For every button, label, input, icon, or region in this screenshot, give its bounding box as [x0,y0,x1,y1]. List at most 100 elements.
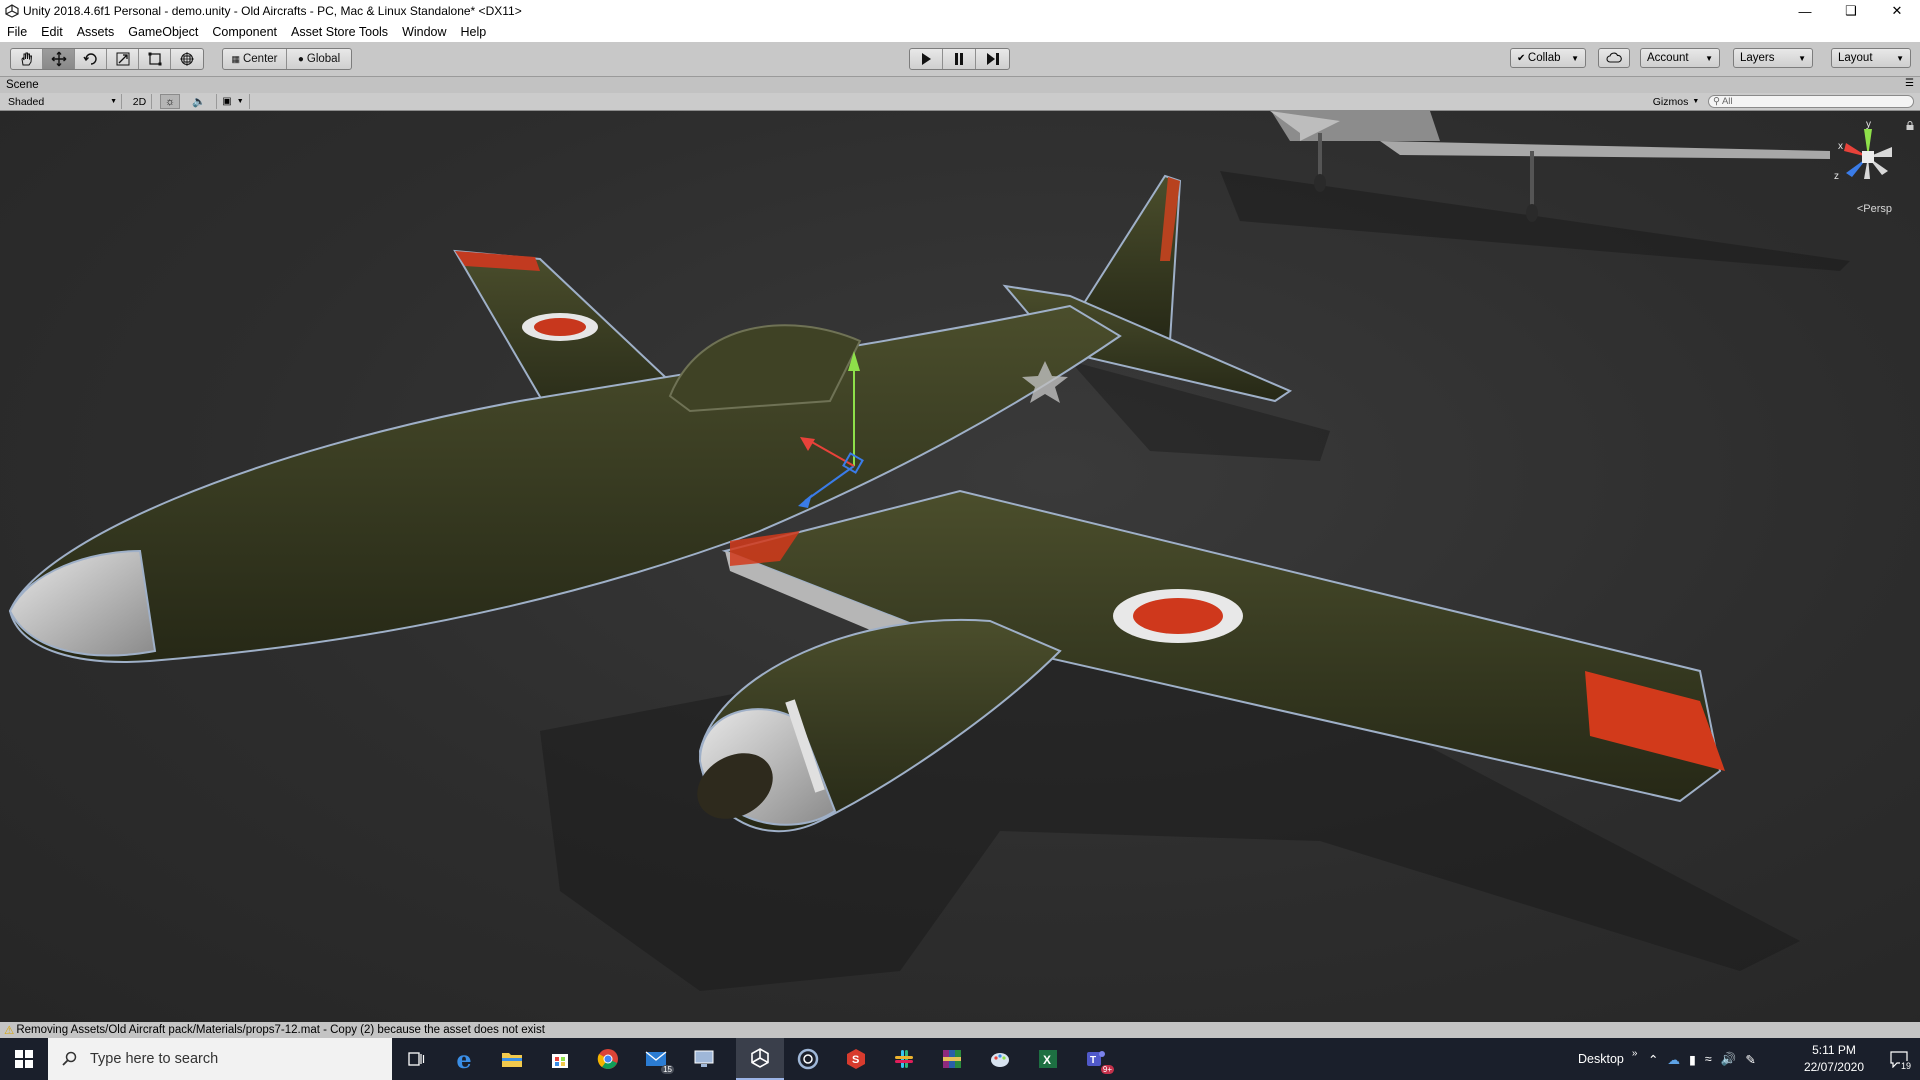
effects-dropdown[interactable]: ▣ ▼ [216,94,250,109]
account-dropdown[interactable]: Account ▼ [1640,48,1720,68]
menu-asset-store-tools[interactable]: Asset Store Tools [284,25,395,39]
double-chevron-icon: » [1631,1047,1638,1059]
title-bar: Unity 2018.4.6f1 Personal - demo.unity -… [0,0,1920,22]
task-view-icon[interactable] [392,1038,440,1080]
chevron-down-icon: ▼ [1692,98,1700,105]
rotate-tool-icon[interactable] [75,49,107,69]
transform-tool-icon[interactable] [171,49,203,69]
svg-text:X: X [1043,1053,1051,1067]
system-tray: ⌃ ☁ ▮ ≈ 🔊 ✎ [1648,1038,1756,1080]
notification-icon[interactable]: 19 [1886,1047,1912,1071]
menu-assets[interactable]: Assets [70,25,122,39]
chrome-icon[interactable] [584,1038,632,1080]
mail-icon[interactable]: 15 [632,1038,680,1080]
tab-menu-icon[interactable]: ☰ [1905,78,1914,89]
play-icon[interactable] [910,49,943,69]
tab-scene[interactable]: Scene [0,79,39,91]
sun-icon: ☼ [164,95,176,108]
pivot-icon: ▦ [231,53,240,64]
layout-dropdown[interactable]: Layout ▼ [1831,48,1911,68]
menu-help[interactable]: Help [454,25,494,39]
gizmos-dropdown[interactable]: Gizmos ▼ [1650,94,1702,109]
winrar-icon[interactable] [928,1038,976,1080]
layers-dropdown[interactable]: Layers ▼ [1733,48,1813,68]
red-app-icon[interactable]: S [832,1038,880,1080]
chevron-up-icon[interactable]: ⌃ [1648,1052,1658,1067]
slack-icon[interactable] [880,1038,928,1080]
layers-label: Layers [1740,52,1775,64]
restore-icon[interactable]: ❑ [1828,0,1874,22]
transform-tools [10,48,204,70]
scene-search-input[interactable]: ⚲ All [1708,95,1914,108]
cloud-sync-icon[interactable]: ☁ [1667,1052,1680,1067]
scale-tool-icon[interactable] [107,49,139,69]
projection-label[interactable]: <Persp [1857,203,1892,215]
jet-aircraft [8,174,1725,833]
menu-window[interactable]: Window [395,25,453,39]
taskbar-search-box[interactable]: Type here to search [48,1038,392,1080]
pause-icon[interactable] [943,49,976,69]
audio-toggle[interactable]: 🔈 [188,94,210,109]
lock-icon[interactable] [1906,121,1914,130]
2d-mode-label: 2D [132,95,147,108]
menu-bar: File Edit Assets GameObject Component As… [0,22,1920,42]
menu-gameobject[interactable]: GameObject [121,25,205,39]
step-icon[interactable] [976,49,1009,69]
collab-dropdown[interactable]: ✔ Collab ▼ [1510,48,1586,68]
chevron-down-icon: ▼ [236,98,244,105]
paint-icon[interactable] [976,1038,1024,1080]
space-global-label: Global [306,53,341,65]
taskbar-clock[interactable]: 5:11 PM 22/07/2020 [1804,1042,1864,1076]
file-explorer-icon[interactable] [488,1038,536,1080]
mail-badge: 15 [661,1065,674,1074]
pivot-center-label: Center [242,53,278,65]
teams-badge: 9+ [1100,1065,1114,1074]
globe-icon: ● [297,53,304,65]
lighting-toggle[interactable]: ☼ [160,94,180,109]
shading-mode-label: Shaded [8,95,45,108]
wifi-icon[interactable]: ≈ [1705,1052,1712,1066]
battery-icon[interactable]: ▮ [1689,1052,1696,1067]
pen-icon[interactable]: ✎ [1745,1052,1755,1067]
pivot-toggles: ▦ Center ● Global [222,48,352,70]
layout-label: Layout [1838,52,1873,64]
windows-start-icon[interactable] [0,1038,48,1080]
cloud-icon [1606,52,1622,63]
edge-icon[interactable]: e [440,1038,488,1080]
scene-viewport[interactable]: y x z <Persp [0,111,1920,1022]
hand-tool-icon[interactable] [11,49,43,69]
shading-mode-dropdown[interactable]: Shaded ▼ [4,94,122,109]
window-title: Unity 2018.4.6f1 Personal - demo.unity -… [23,4,522,18]
close-icon[interactable]: ✕ [1874,0,1920,22]
pivot-center-button[interactable]: ▦ Center [223,49,287,69]
store-icon[interactable] [536,1038,584,1080]
menu-edit[interactable]: Edit [34,25,70,39]
scene-render [8,111,1850,991]
rect-tool-icon[interactable] [139,49,171,69]
scene-search-placeholder: All [1721,96,1733,107]
play-controls [909,48,1010,70]
status-bar[interactable]: ⚠ Removing Assets/Old Aircraft pack/Mate… [0,1022,1920,1038]
menu-file[interactable]: File [0,25,34,39]
warning-icon: ⚠ [4,1025,15,1037]
unity-icon[interactable] [736,1038,784,1080]
axis-y-label: y [1866,119,1871,130]
space-global-button[interactable]: ● Global [287,49,351,69]
network-app-icon[interactable] [680,1038,728,1080]
cloud-button[interactable] [1598,48,1630,68]
scene-tab-header: Scene ☰ [0,77,1920,93]
menu-component[interactable]: Component [205,25,284,39]
chevron-down-icon: ▼ [1571,53,1579,63]
chevron-down-icon: ▼ [1705,53,1713,63]
teams-icon[interactable]: T 9+ [1072,1038,1120,1080]
volume-icon[interactable]: 🔊 [1721,1052,1737,1067]
orientation-gizmo[interactable]: y x z [1832,117,1902,197]
move-tool-icon[interactable] [43,49,75,69]
axis-x-label: x [1838,141,1843,152]
minimize-icon[interactable]: — [1782,0,1828,22]
desktop-toolbar[interactable]: Desktop » [1578,1038,1637,1080]
2d-mode-toggle[interactable]: 2D [128,94,152,109]
cortana-icon[interactable] [784,1038,832,1080]
collab-check-icon: ✔ [1517,52,1526,64]
excel-icon[interactable]: X [1024,1038,1072,1080]
